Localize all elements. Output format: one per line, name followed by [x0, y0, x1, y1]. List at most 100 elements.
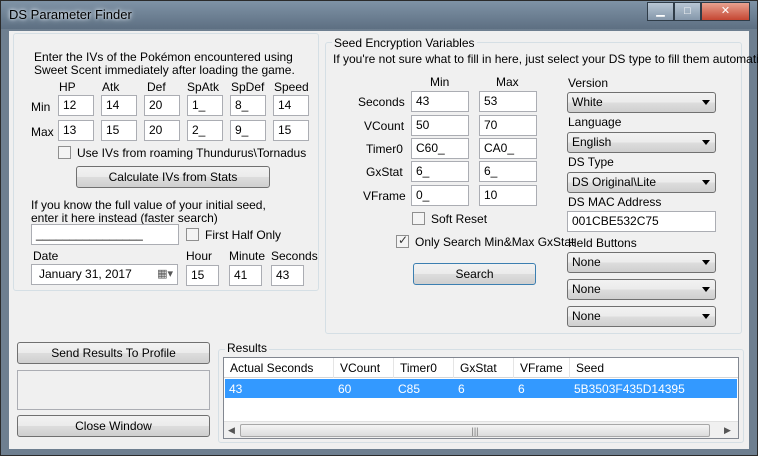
- only-search-check-mark: ✓: [398, 233, 409, 247]
- scrollbar-thumb[interactable]: |||: [240, 424, 710, 437]
- date-picker[interactable]: January 31, 2017 ▦▾: [31, 264, 178, 285]
- held-button-select-1[interactable]: None: [567, 252, 716, 273]
- iv-max-hp[interactable]: 13: [58, 120, 94, 141]
- min-row-label: Min: [31, 100, 51, 114]
- close-window-button[interactable]: Close Window: [17, 415, 210, 437]
- held-button-select-2[interactable]: None: [567, 279, 716, 300]
- version-label: Version: [568, 76, 609, 90]
- cell-vcount: 60: [338, 382, 352, 396]
- only-search-label[interactable]: Only Search Min&Max GxStat: [415, 235, 574, 249]
- cell-gxstat: 6: [458, 382, 465, 396]
- col-vcount[interactable]: VCount: [334, 358, 394, 378]
- calendar-icon[interactable]: ▦▾: [157, 267, 173, 282]
- col-actual-seconds[interactable]: Actual Seconds: [224, 358, 334, 378]
- scroll-left-icon[interactable]: ◀: [228, 425, 235, 436]
- col-vframe[interactable]: VFrame: [514, 358, 570, 378]
- first-half-checkbox[interactable]: [186, 228, 199, 241]
- maximize-button[interactable]: □: [674, 2, 701, 21]
- soft-reset-label[interactable]: Soft Reset: [431, 212, 487, 226]
- iv-max-def[interactable]: 20: [144, 120, 180, 141]
- date-label: Date: [33, 249, 59, 263]
- iv-max-spatk[interactable]: 2_: [187, 120, 223, 141]
- stat-header-spdef: SpDef: [231, 80, 265, 94]
- enc-vframe-max[interactable]: 10: [479, 185, 537, 206]
- table-row[interactable]: 43 60 C85 6 6 5B3503F435D14395: [225, 379, 737, 398]
- horizontal-scrollbar[interactable]: ◀ ||| ▶: [224, 421, 738, 438]
- enc-vcount-max[interactable]: 70: [479, 115, 537, 136]
- held-button-value-3: None: [572, 309, 601, 323]
- seconds-input[interactable]: 43: [271, 265, 304, 286]
- chevron-down-icon: [702, 100, 710, 105]
- only-search-checkbox[interactable]: ✓: [396, 233, 409, 248]
- cell-actual-seconds: 43: [229, 382, 243, 396]
- calculate-ivs-button[interactable]: Calculate IVs from Stats: [76, 166, 270, 188]
- enc-min-header: Min: [430, 75, 450, 89]
- mac-address-input[interactable]: 001CBE532C75: [567, 211, 716, 232]
- col-seed[interactable]: Seed: [570, 358, 738, 378]
- enc-vframe-min[interactable]: 0_: [411, 185, 469, 206]
- results-header: Actual Seconds VCount Timer0 GxStat VFra…: [224, 358, 738, 378]
- roaming-checkbox-label[interactable]: Use IVs from roaming Thundurus\Tornadus: [77, 146, 306, 160]
- col-timer0[interactable]: Timer0: [394, 358, 454, 378]
- grip-icon: |||: [471, 426, 479, 436]
- enc-vcount-min[interactable]: 50: [411, 115, 469, 136]
- minute-label: Minute: [229, 249, 266, 263]
- enc-timer0-min[interactable]: C60_: [411, 138, 469, 159]
- col-gxstat[interactable]: GxStat: [454, 358, 514, 378]
- iv-min-atk[interactable]: 14: [101, 95, 137, 116]
- enc-label-seconds: Seconds: [358, 95, 405, 109]
- scroll-right-icon[interactable]: ▶: [724, 425, 731, 436]
- held-button-select-3[interactable]: None: [567, 306, 716, 327]
- hour-input[interactable]: 15: [186, 265, 219, 286]
- roaming-checkbox[interactable]: [58, 146, 71, 159]
- enc-gxstat-min[interactable]: 6_: [411, 161, 469, 182]
- app-window: DS Parameter Finder ▁ □ ✕ Enter the IVs …: [0, 0, 758, 456]
- stat-header-atk: Atk: [102, 80, 120, 94]
- results-list[interactable]: Actual Seconds VCount Timer0 GxStat VFra…: [223, 357, 739, 439]
- window-title: DS Parameter Finder: [9, 7, 132, 22]
- cell-timer0: C85: [398, 382, 421, 396]
- chevron-down-icon: [702, 287, 710, 292]
- soft-reset-checkbox[interactable]: [412, 212, 425, 225]
- iv-instructions-line1: Enter the IVs of the Pokémon encountered…: [34, 50, 293, 64]
- iv-instructions-line2: Sweet Scent immediately after loading th…: [34, 63, 295, 77]
- iv-min-spatk[interactable]: 1_: [187, 95, 223, 116]
- iv-max-spdef[interactable]: 9_: [230, 120, 266, 141]
- ds-type-select[interactable]: DS Original\Lite: [567, 172, 716, 193]
- stat-header-speed: Speed: [274, 80, 309, 94]
- ds-type-value: DS Original\Lite: [572, 175, 657, 189]
- chevron-down-icon: [702, 180, 710, 185]
- enc-seconds-max[interactable]: 53: [479, 91, 537, 112]
- initial-seed-input[interactable]: ________________: [31, 224, 179, 245]
- iv-max-speed[interactable]: 15: [273, 120, 309, 141]
- enc-seconds-min[interactable]: 43: [411, 91, 469, 112]
- language-value: English: [572, 135, 612, 149]
- held-buttons-label: Held Buttons: [568, 236, 637, 250]
- seed-hint-line2: enter it here instead (faster search): [31, 211, 218, 225]
- version-value: White: [572, 95, 603, 109]
- iv-min-spdef[interactable]: 8_: [230, 95, 266, 116]
- held-button-value-1: None: [572, 255, 601, 269]
- version-select[interactable]: White: [567, 92, 716, 113]
- minute-input[interactable]: 41: [229, 265, 262, 286]
- iv-min-hp[interactable]: 12: [58, 95, 94, 116]
- stat-header-hp: HP: [59, 80, 76, 94]
- seconds-label: Seconds: [271, 249, 318, 263]
- enc-timer0-max[interactable]: CA0_: [479, 138, 537, 159]
- enc-max-header: Max: [496, 75, 519, 89]
- iv-min-def[interactable]: 20: [144, 95, 180, 116]
- title-bar[interactable]: DS Parameter Finder ▁ □ ✕: [1, 1, 757, 29]
- iv-max-atk[interactable]: 15: [101, 120, 137, 141]
- enc-label-gxstat: GxStat: [366, 165, 403, 179]
- first-half-label[interactable]: First Half Only: [205, 228, 281, 242]
- search-button[interactable]: Search: [413, 263, 536, 285]
- iv-min-speed[interactable]: 14: [273, 95, 309, 116]
- cell-seed: 5B3503F435D14395: [574, 382, 685, 396]
- send-results-button[interactable]: Send Results To Profile: [17, 342, 210, 364]
- close-button[interactable]: ✕: [701, 2, 750, 21]
- chevron-down-icon: [702, 314, 710, 319]
- enc-gxstat-max[interactable]: 6_: [479, 161, 537, 182]
- language-select[interactable]: English: [567, 132, 716, 153]
- minimize-button[interactable]: ▁: [647, 2, 674, 21]
- language-label: Language: [568, 115, 622, 129]
